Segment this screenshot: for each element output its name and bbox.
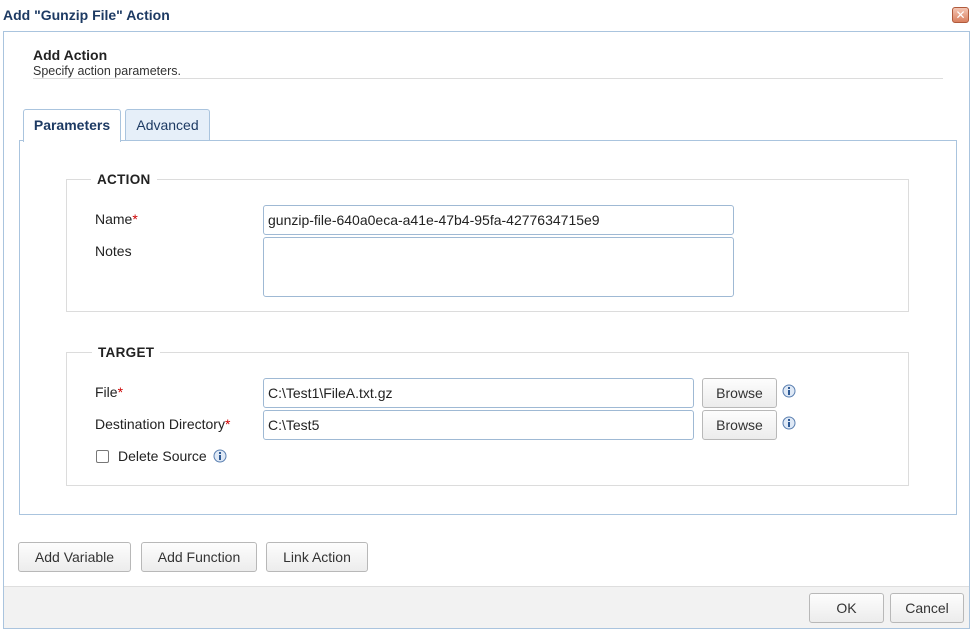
name-label: Name* <box>95 211 138 227</box>
parameters-panel: ACTION Name* gunzip-file-640a0eca-a41e-4… <box>19 140 957 515</box>
file-input[interactable]: C:\Test1\FileA.txt.gz <box>263 378 694 408</box>
dialog-body: Add Action Specify action parameters. Pa… <box>3 31 970 629</box>
info-icon[interactable] <box>782 416 796 430</box>
required-mark: * <box>117 384 124 400</box>
link-action-button[interactable]: Link Action <box>266 542 368 572</box>
dialog-titlebar: Add "Gunzip File" Action ✕ <box>0 0 973 30</box>
dialog-footer: OK Cancel <box>4 586 969 628</box>
notes-label: Notes <box>95 243 132 259</box>
tab-parameters[interactable]: Parameters <box>23 109 121 142</box>
delete-source-checkbox[interactable] <box>96 450 109 463</box>
dialog-title: Add "Gunzip File" Action <box>3 7 170 23</box>
section-subtitle: Specify action parameters. <box>33 64 181 78</box>
target-fieldset: TARGET File* C:\Test1\FileA.txt.gz Brows… <box>66 345 909 486</box>
header-divider <box>33 78 943 79</box>
action-legend: ACTION <box>91 172 157 187</box>
notes-textarea[interactable] <box>263 237 734 297</box>
tab-advanced[interactable]: Advanced <box>125 109 210 141</box>
add-variable-button[interactable]: Add Variable <box>18 542 131 572</box>
file-browse-button[interactable]: Browse <box>702 378 777 408</box>
action-fieldset: ACTION Name* gunzip-file-640a0eca-a41e-4… <box>66 172 909 312</box>
info-icon[interactable] <box>213 449 227 463</box>
section-title: Add Action <box>33 47 108 63</box>
name-input[interactable]: gunzip-file-640a0eca-a41e-47b4-95fa-4277… <box>263 205 734 235</box>
add-function-button[interactable]: Add Function <box>141 542 257 572</box>
required-mark: * <box>224 416 231 432</box>
delete-source-label: Delete Source <box>118 448 207 464</box>
destination-input[interactable]: C:\Test5 <box>263 410 694 440</box>
target-legend: TARGET <box>92 345 161 360</box>
info-icon[interactable] <box>782 384 796 398</box>
close-icon[interactable]: ✕ <box>952 7 969 23</box>
required-mark: * <box>132 211 138 227</box>
destination-browse-button[interactable]: Browse <box>702 410 777 440</box>
cancel-button[interactable]: Cancel <box>890 593 964 623</box>
ok-button[interactable]: OK <box>809 593 884 623</box>
file-label: File* <box>95 384 124 400</box>
destination-label: Destination Directory* <box>95 416 231 432</box>
